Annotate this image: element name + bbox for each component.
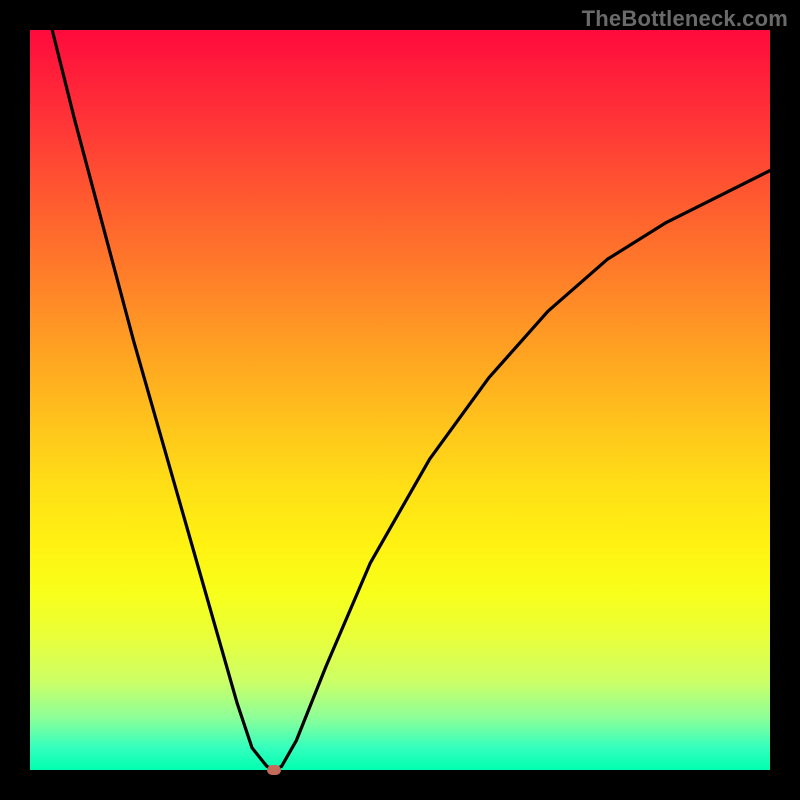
- watermark-text: TheBottleneck.com: [582, 6, 788, 32]
- chart-frame: TheBottleneck.com: [0, 0, 800, 800]
- bottleneck-curve: [52, 30, 770, 770]
- plot-area: [30, 30, 770, 770]
- optimum-marker: [267, 765, 281, 775]
- curve-svg: [30, 30, 770, 770]
